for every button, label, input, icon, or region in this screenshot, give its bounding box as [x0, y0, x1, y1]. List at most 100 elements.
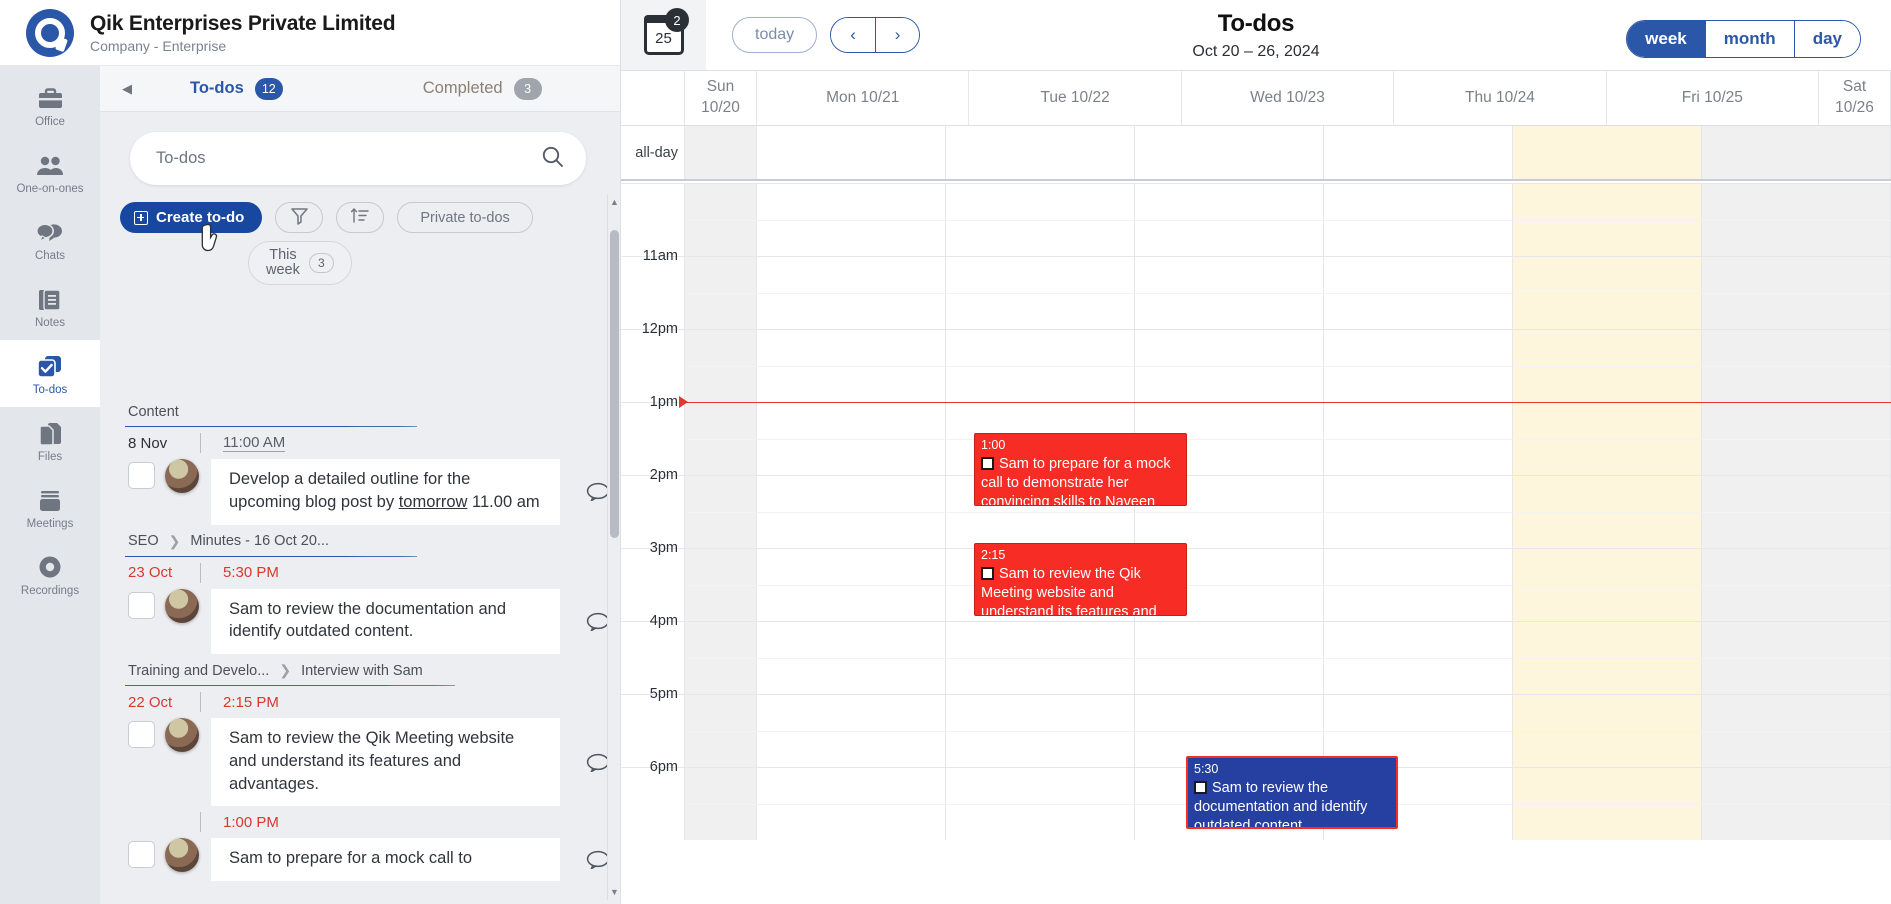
- todo-checkbox[interactable]: [128, 841, 155, 869]
- event-title: Sam to review the documentation and iden…: [1194, 779, 1368, 829]
- files-icon: [37, 418, 63, 446]
- sort-ascending-icon: [350, 206, 370, 230]
- calendar-grid: Sun 10/20 Mon 10/21 Tue 10/22 Wed 10/23 T…: [621, 70, 1891, 904]
- search-box[interactable]: [130, 132, 586, 185]
- sidebar-label: Notes: [34, 317, 66, 329]
- view-day-button[interactable]: day: [1793, 21, 1860, 57]
- calendar-day-header-row: Sun 10/20 Mon 10/21 Tue 10/22 Wed 10/23 T…: [621, 70, 1891, 126]
- sidebar-item-recordings[interactable]: Recordings: [0, 541, 100, 608]
- time-label: 12pm: [641, 321, 678, 337]
- today-button[interactable]: today: [732, 17, 818, 53]
- next-week-button[interactable]: ›: [875, 18, 920, 52]
- all-day-cell-mon[interactable]: [757, 126, 946, 179]
- sidebar-item-files[interactable]: Files: [0, 407, 100, 474]
- private-todos-button[interactable]: Private to-dos: [397, 202, 533, 233]
- time-row: 12pm: [621, 321, 1891, 366]
- tab-completed-label: Completed: [422, 79, 503, 97]
- this-week-label: This week: [266, 246, 300, 278]
- panel-scrollbar[interactable]: ▲ ▼: [607, 194, 620, 900]
- sidebar-item-office[interactable]: Office: [0, 72, 100, 139]
- calendar-event[interactable]: 1:00 Sam to prepare for a mock call to d…: [974, 433, 1187, 506]
- day-header-sat[interactable]: Sat 10/26: [1819, 71, 1891, 125]
- checkbox-icon: [981, 566, 994, 580]
- event-time: 5:30: [1194, 762, 1219, 776]
- filter-button[interactable]: [275, 202, 324, 233]
- todo-text: Sam to prepare for a mock call to: [211, 838, 560, 882]
- all-day-cell-wed[interactable]: [1135, 126, 1324, 179]
- day-header-mon[interactable]: Mon 10/21: [757, 71, 970, 125]
- mini-calendar-button[interactable]: 25 2: [621, 0, 706, 70]
- time-row: 4pm: [621, 613, 1891, 658]
- tab-completed-count: 3: [513, 77, 542, 100]
- todo-checkbox[interactable]: [128, 591, 155, 619]
- checkbox-stack-icon: [36, 351, 64, 379]
- avatar: [165, 718, 199, 753]
- day-header-fri[interactable]: Fri 10/25: [1607, 71, 1820, 125]
- all-day-cell-sun[interactable]: [685, 126, 757, 179]
- day-header-sun[interactable]: Sun 10/20: [685, 71, 757, 125]
- tab-completed[interactable]: Completed 3: [422, 77, 542, 100]
- list-item[interactable]: Sam to review the Qik Meeting website an…: [100, 712, 610, 807]
- day-header-wed[interactable]: Wed 10/23: [1182, 71, 1395, 125]
- time-row: 11am: [621, 248, 1891, 293]
- sidebar-label: Meetings: [26, 518, 74, 530]
- funnel-filter-icon: [290, 206, 309, 230]
- search-icon[interactable]: [541, 145, 564, 173]
- time-label: 6pm: [649, 759, 678, 775]
- sidebar-rail: Office One-on-ones Chats Notes To-dos Fi…: [0, 66, 100, 904]
- calendar-section: 25 2 today ‹ › To-dos Oct 20 – 26, 2024 …: [620, 0, 1891, 904]
- all-day-cell-fri[interactable]: [1513, 126, 1702, 179]
- this-week-filter-button[interactable]: This week 3: [248, 241, 352, 285]
- day-header-thu[interactable]: Thu 10/24: [1394, 71, 1607, 125]
- sidebar-label: To-dos: [32, 384, 68, 396]
- record-icon: [37, 552, 63, 580]
- todo-checkbox[interactable]: [128, 462, 155, 489]
- list-item[interactable]: Sam to prepare for a mock call to: [100, 832, 610, 882]
- day-header-tue[interactable]: Tue 10/22: [969, 71, 1182, 125]
- todo-text: Develop a detailed outline for the upcom…: [211, 459, 560, 525]
- mini-calendar-day: 25: [655, 29, 672, 47]
- all-day-cell-thu[interactable]: [1324, 126, 1513, 179]
- collapse-arrow-icon[interactable]: ◀: [114, 81, 140, 97]
- brand-text: Qik Enterprises Private Limited Company …: [90, 12, 396, 54]
- event-title: Sam to prepare for a mock call to demons…: [981, 455, 1171, 506]
- todos-panel: ◀ To-dos 12 Completed 3 To-dos Create to…: [100, 66, 620, 904]
- all-day-row: all-day: [621, 126, 1891, 181]
- sidebar-item-one-on-ones[interactable]: One-on-ones: [0, 139, 100, 206]
- mouse-cursor: [200, 221, 230, 262]
- breadcrumb[interactable]: SEO ❯ Minutes - 16 Oct 20...: [100, 525, 610, 556]
- left-section: Qik Enterprises Private Limited Company …: [0, 0, 620, 904]
- todo-checkbox[interactable]: [128, 721, 155, 749]
- sidebar-item-meetings[interactable]: Meetings: [0, 474, 100, 541]
- qik-logo-icon: [26, 8, 74, 57]
- view-week-button[interactable]: week: [1627, 21, 1705, 57]
- current-time-arrow-icon: [679, 396, 688, 408]
- list-item[interactable]: Sam to review the documentation and iden…: [100, 583, 610, 655]
- breadcrumb[interactable]: Training and Develo... ❯ Interview with …: [100, 654, 610, 685]
- search-input[interactable]: [156, 149, 541, 168]
- sidebar-label: Chats: [34, 250, 66, 262]
- sidebar-item-to-dos[interactable]: To-dos: [0, 340, 100, 407]
- calendar-event[interactable]: 2:15 Sam to review the Qik Meeting websi…: [974, 543, 1187, 616]
- scrollbar-thumb[interactable]: [610, 230, 619, 538]
- sidebar-item-chats[interactable]: Chats: [0, 206, 100, 273]
- sidebar-item-notes[interactable]: Notes: [0, 273, 100, 340]
- view-month-button[interactable]: month: [1704, 21, 1794, 57]
- time-row: [621, 511, 1891, 548]
- all-day-cell-sat[interactable]: [1702, 126, 1891, 179]
- event-time: 1:00: [981, 438, 1006, 452]
- calendar-event[interactable]: 5:30 Sam to review the documentation and…: [1186, 756, 1398, 829]
- breadcrumb[interactable]: Content: [100, 396, 610, 426]
- tab-todos[interactable]: To-dos 12: [190, 77, 283, 100]
- time-label: 2pm: [649, 467, 678, 483]
- sort-button[interactable]: [336, 202, 385, 233]
- list-item[interactable]: Develop a detailed outline for the upcom…: [100, 453, 610, 525]
- prev-week-button[interactable]: ‹: [831, 18, 876, 52]
- all-day-cell-tue[interactable]: [946, 126, 1135, 179]
- sidebar-label: Files: [37, 451, 63, 463]
- breadcrumb-item: Content: [128, 404, 179, 420]
- create-todo-button[interactable]: Create to-do: [120, 202, 263, 233]
- todo-text: Sam to review the Qik Meeting website an…: [211, 718, 560, 807]
- todo-time: 2:15 PM: [223, 693, 279, 711]
- panel-actions: Create to-do Private to-dos This week 3: [100, 185, 620, 285]
